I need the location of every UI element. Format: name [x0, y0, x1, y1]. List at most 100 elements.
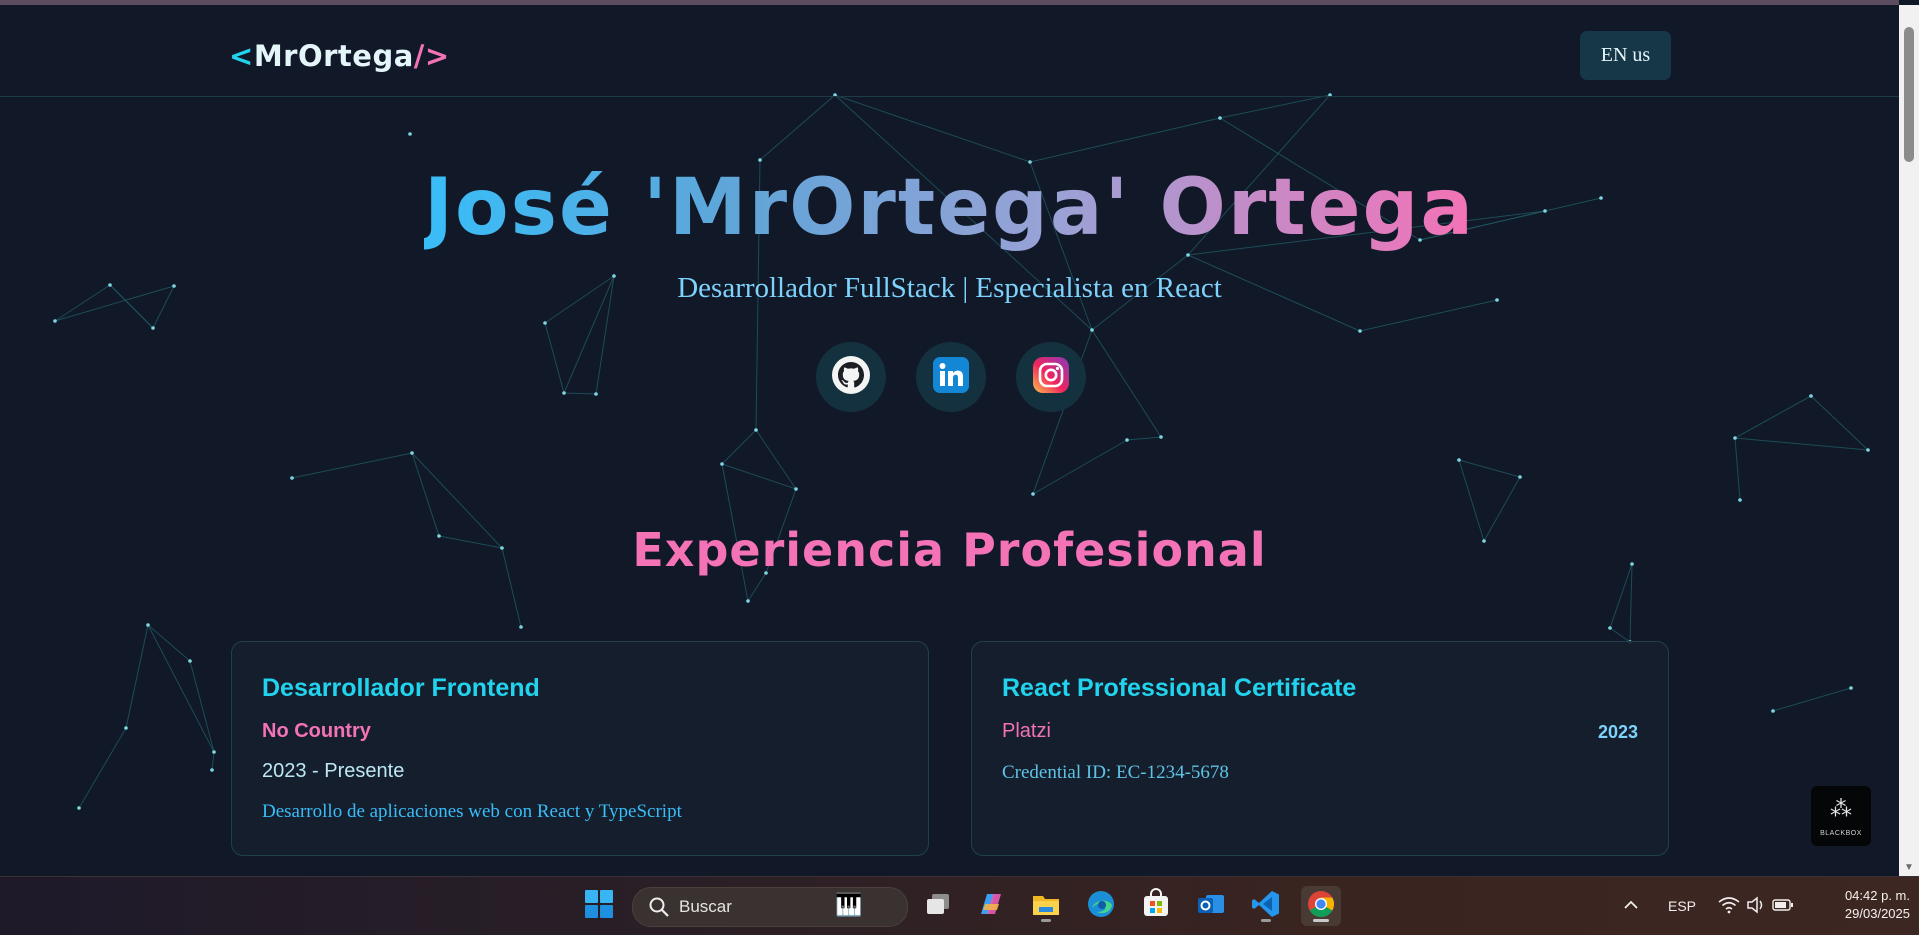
network-node	[408, 132, 412, 136]
volume-icon	[1746, 895, 1766, 917]
github-icon	[831, 355, 871, 400]
task-view-icon	[923, 889, 953, 924]
network-node	[543, 321, 547, 325]
network-node	[77, 806, 81, 810]
network-line	[291, 452, 413, 479]
web-page: <MrOrtega/> EN us José 'MrOrtega' Ortega…	[0, 0, 1899, 876]
blackbox-widget[interactable]: ⁂ BLACKBOX	[1811, 786, 1871, 846]
network-node	[1518, 475, 1522, 479]
site-logo[interactable]: <MrOrtega/>	[229, 31, 450, 81]
network-node	[754, 428, 758, 432]
hero-name: José 'MrOrtega' Ortega	[424, 163, 1475, 253]
network-node	[1608, 626, 1612, 630]
network-node	[746, 599, 750, 603]
hero-subtitle: Desarrollador FullStack | Especialista e…	[677, 272, 1222, 304]
logo-name: MrOrtega	[253, 39, 414, 73]
network-node	[290, 476, 294, 480]
instagram-icon	[1032, 356, 1070, 399]
network-node	[53, 319, 57, 323]
logo-close-bracket: />	[413, 39, 450, 73]
active-indicator	[1041, 919, 1051, 922]
language-toggle-button[interactable]: EN us	[1580, 31, 1671, 80]
quick-settings-button[interactable]	[1718, 877, 1794, 935]
store-button[interactable]	[1136, 886, 1176, 926]
card-year: 2023	[1597, 722, 1638, 742]
network-line	[1458, 459, 1521, 478]
network-line	[759, 94, 836, 161]
copilot-button[interactable]	[971, 886, 1011, 926]
network-line	[755, 429, 797, 490]
active-indicator	[1261, 919, 1271, 922]
clock-time: 04:42 p. m.	[1844, 888, 1910, 903]
network-line	[721, 429, 757, 465]
network-node	[519, 625, 523, 629]
search-icon	[647, 895, 671, 924]
taskbar-clock[interactable]: 04:42 p. m. 29/03/2025	[1810, 887, 1910, 923]
experience-card-certificate: React Professional Certificate Platzi 20…	[971, 641, 1669, 856]
file-explorer-button[interactable]	[1026, 886, 1066, 926]
vscode-button[interactable]	[1246, 886, 1286, 926]
network-line	[189, 660, 215, 753]
experience-section-title: Experiencia Profesional	[632, 523, 1267, 577]
network-node	[210, 768, 214, 772]
search-placeholder: Buscar	[679, 897, 732, 916]
linkedin-icon	[932, 356, 970, 399]
network-node	[1866, 448, 1870, 452]
network-line	[1734, 437, 1741, 501]
network-line	[1772, 687, 1852, 712]
network-node	[1125, 438, 1129, 442]
blackbox-label: BLACKBOX	[1820, 830, 1862, 837]
network-node	[1031, 492, 1035, 496]
card-period: 2023 - Presente	[262, 760, 405, 782]
instagram-link[interactable]	[1016, 342, 1086, 412]
network-line	[834, 94, 1031, 163]
experience-card-frontend: Desarrollador Frontend No Country 2023 -…	[231, 641, 929, 856]
network-line	[747, 572, 767, 602]
network-node	[720, 462, 724, 466]
task-view-button[interactable]	[918, 886, 958, 926]
network-node	[1358, 329, 1362, 333]
linkedin-link[interactable]	[916, 342, 986, 412]
github-link[interactable]	[816, 342, 886, 412]
social-links	[0, 342, 1899, 412]
network-node	[212, 750, 216, 754]
network-node	[151, 326, 155, 330]
store-icon	[1140, 887, 1172, 925]
network-line	[1734, 437, 1869, 451]
taskbar-search-box[interactable]: Buscar 🎹	[632, 887, 908, 927]
card-title: Desarrollador Frontend	[262, 674, 540, 702]
scroll-down-arrow-icon[interactable]: ▼	[1899, 860, 1919, 876]
start-button[interactable]	[579, 886, 619, 926]
show-hidden-icons-button[interactable]	[1622, 877, 1640, 935]
blackbox-logo-icon: ⁂	[1830, 796, 1852, 821]
copilot-icon	[975, 888, 1007, 925]
scrollbar-thumb[interactable]	[1904, 27, 1914, 162]
network-node	[1849, 686, 1853, 690]
logo-open-bracket: <	[229, 39, 254, 73]
clock-date: 29/03/2025	[1844, 906, 1910, 921]
network-node	[410, 451, 414, 455]
page-scrollbar[interactable]: ▲ ▼	[1899, 5, 1919, 876]
network-line	[78, 727, 127, 809]
card-description: Desarrollo de aplicaciones web con React…	[262, 801, 682, 822]
network-node	[1218, 116, 1222, 120]
chrome-button[interactable]	[1301, 886, 1341, 926]
card-company: Platzi	[1002, 720, 1051, 742]
network-node	[1457, 458, 1461, 462]
windows-taskbar: Buscar 🎹 ESP 04:42 p. m. 29/03/2025	[0, 876, 1919, 935]
network-line	[1029, 117, 1221, 163]
site-header: <MrOrtega/> EN us	[0, 5, 1899, 97]
battery-icon	[1772, 898, 1794, 915]
card-credential: Credential ID: EC-1234-5678	[1002, 762, 1229, 783]
network-node	[1159, 435, 1163, 439]
edge-button[interactable]	[1081, 886, 1121, 926]
input-language-indicator[interactable]: ESP	[1668, 877, 1696, 935]
outlook-button[interactable]	[1191, 886, 1231, 926]
network-node	[124, 726, 128, 730]
network-line	[1219, 94, 1331, 119]
network-line	[1126, 436, 1162, 441]
card-company: No Country	[262, 720, 371, 742]
network-node	[188, 659, 192, 663]
network-line	[147, 624, 215, 753]
network-line	[147, 624, 191, 662]
